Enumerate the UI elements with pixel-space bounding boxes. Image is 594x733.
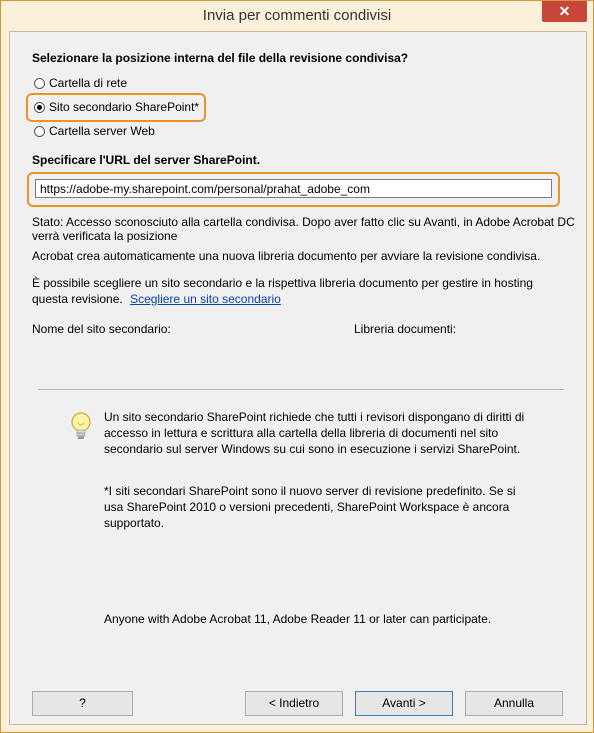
radio-button[interactable] <box>34 77 45 89</box>
radio-button-selected[interactable] <box>34 101 45 113</box>
close-button[interactable]: ✕ <box>542 1 587 22</box>
subsite-name-label: Nome del sito secondario: <box>32 322 171 336</box>
title-bar[interactable]: Invia per commenti condivisi ✕ <box>1 1 593 31</box>
library-info-text: Acrobat crea automaticamente una nuova l… <box>32 249 541 263</box>
tip-p2-line3: supportato. <box>104 516 165 530</box>
compatibility-text: Anyone with Adobe Acrobat 11, Adobe Read… <box>104 612 492 626</box>
sharepoint-url-input[interactable] <box>35 179 552 198</box>
location-heading: Selezionare la posizione interna del fil… <box>32 51 409 65</box>
radio-web-server-folder[interactable]: Cartella server Web <box>34 122 155 140</box>
dialog-content: Selezionare la posizione interna del fil… <box>9 31 587 725</box>
status-text-line1: Stato: Accesso sconosciuto alla cartella… <box>32 215 575 229</box>
tip-p1-line1: Un sito secondario SharePoint richiede c… <box>104 410 525 424</box>
radio-label: Cartella di rete <box>49 76 128 90</box>
lightbulb-icon <box>71 412 91 439</box>
radio-sharepoint-subsite[interactable]: Sito secondario SharePoint* <box>34 98 199 116</box>
tip-p1-line2: accesso in lettura e scrittura alla cart… <box>104 426 499 440</box>
radio-button[interactable] <box>34 125 45 137</box>
url-heading: Specificare l'URL del server SharePoint. <box>32 153 261 167</box>
radio-label: Sito secondario SharePoint* <box>49 100 200 114</box>
subsite-info-line2: questa revisione. Scegliere un sito seco… <box>32 292 281 306</box>
next-button[interactable]: Avanti > <box>355 691 453 716</box>
help-button[interactable]: ? <box>32 691 133 716</box>
cancel-button[interactable]: Annulla <box>465 691 563 716</box>
separator <box>38 389 564 390</box>
tip-p2-line1: *I siti secondari SharePoint sono il nuo… <box>104 484 516 498</box>
tip-p2-line2: usa SharePoint 2010 o versioni precedent… <box>104 500 510 514</box>
subsite-info-text: questa revisione. <box>32 292 123 306</box>
tip-p1-line3: secondario sul server Windows su cui son… <box>104 442 521 456</box>
radio-network-folder[interactable]: Cartella di rete <box>34 74 127 92</box>
window-title: Invia per commenti condivisi <box>202 7 392 24</box>
subsite-info-line1: È possibile scegliere un sito secondario… <box>32 276 533 290</box>
radio-label: Cartella server Web <box>49 124 155 138</box>
dialog-window: Invia per commenti condivisi ✕ Seleziona… <box>0 0 594 733</box>
doc-library-label: Libreria documenti: <box>354 322 457 336</box>
back-button[interactable]: < Indietro <box>245 691 343 716</box>
choose-subsite-link[interactable]: Scegliere un sito secondario <box>130 292 281 306</box>
status-text-line2: verrà verificata la posizione <box>32 229 178 243</box>
